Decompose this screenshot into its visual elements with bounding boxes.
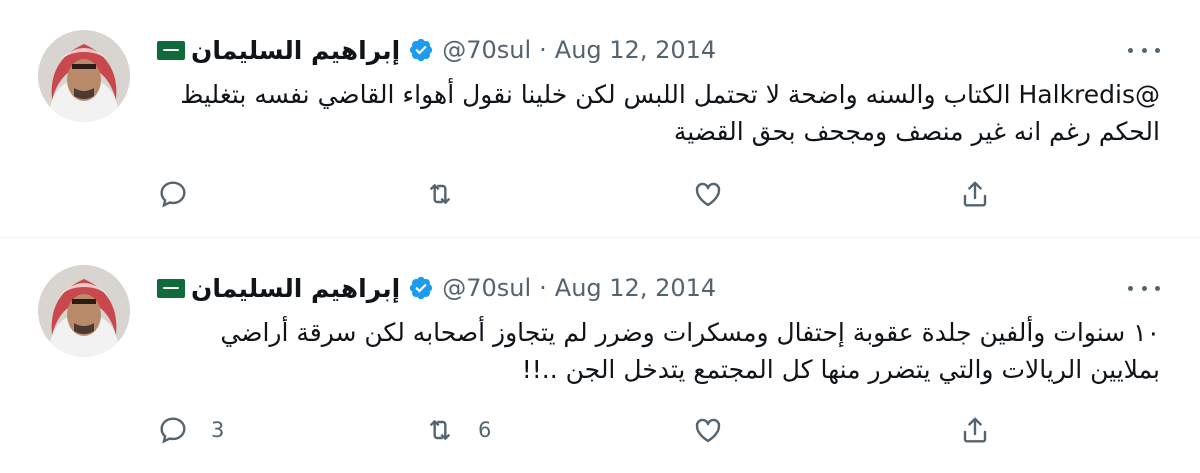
retweet-icon [429, 420, 451, 440]
author-handle[interactable]: @70sul [442, 274, 531, 302]
separator-dot: · [539, 36, 547, 64]
tweet-date[interactable]: Aug 12, 2014 [555, 274, 716, 302]
more-options-icon[interactable] [1128, 36, 1160, 64]
more-options-icon[interactable] [1128, 274, 1160, 302]
reply-button[interactable]: 3 [157, 412, 224, 448]
tweet-text: ١٠ سنوات وألفين جلدة عقوبة إحتفال ومسكرا… [220, 318, 1160, 384]
author-handle[interactable]: @70sul [442, 36, 531, 64]
saudi-flag-icon [157, 278, 185, 298]
tweet-header: إبراهيم السليمان @70sul · Aug 12, 2014 [157, 32, 716, 68]
tweet-actions: 3 6 [157, 412, 1007, 448]
share-button[interactable] [959, 412, 991, 448]
avatar[interactable] [38, 265, 130, 357]
share-icon [963, 417, 987, 443]
like-button[interactable] [692, 412, 724, 448]
verified-badge-icon [410, 276, 433, 300]
separator-dot: · [539, 274, 547, 302]
retweet-button[interactable]: 6 [424, 412, 491, 448]
author-name[interactable]: إبراهيم السليمان [191, 274, 400, 303]
retweet-count: 6 [478, 418, 492, 442]
retweet-button[interactable] [424, 176, 478, 212]
reply-icon [160, 417, 186, 444]
reply-count: 3 [211, 418, 225, 442]
share-icon [963, 181, 987, 207]
tweet[interactable]: إبراهيم السليمان @70sul · Aug 12, 2014 @… [0, 0, 1200, 238]
verified-badge-icon [410, 38, 433, 62]
like-button[interactable] [692, 176, 724, 212]
reply-icon [160, 181, 186, 208]
like-icon [695, 418, 721, 443]
avatar[interactable] [38, 30, 130, 122]
author-name[interactable]: إبراهيم السليمان [191, 36, 400, 65]
tweet-date[interactable]: Aug 12, 2014 [555, 36, 716, 64]
tweet-header: إبراهيم السليمان @70sul · Aug 12, 2014 [157, 270, 716, 306]
share-button[interactable] [959, 176, 991, 212]
like-icon [695, 182, 721, 207]
retweet-icon [429, 184, 451, 204]
reply-button[interactable] [157, 176, 211, 212]
tweet[interactable]: إبراهيم السليمان @70sul · Aug 12, 2014 ١… [0, 238, 1200, 473]
saudi-flag-icon [157, 40, 185, 60]
tweet-actions [157, 176, 1007, 212]
tweet-text: @Halkredis الكتاب والسنه واضحة لا تحتمل … [180, 80, 1160, 146]
